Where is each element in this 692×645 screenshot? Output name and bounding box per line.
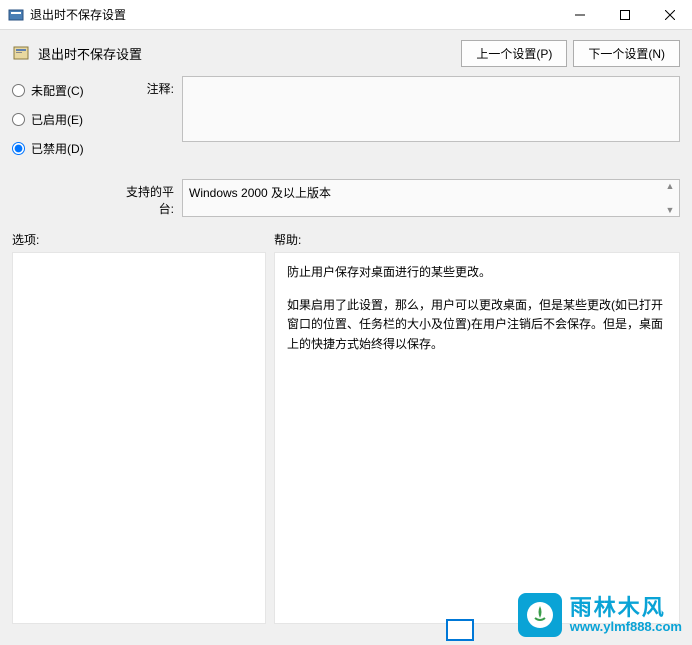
radio-enabled-label: 已启用(E) [31,111,83,128]
prev-setting-button[interactable]: 上一个设置(P) [461,40,567,67]
watermark-url: www.ylmf888.com [570,620,682,634]
header-row: 退出时不保存设置 上一个设置(P) 下一个设置(N) [0,30,692,76]
radio-enabled[interactable]: 已启用(E) [12,111,122,128]
window-controls [557,0,692,29]
app-icon [8,7,24,23]
policy-title: 退出时不保存设置 [38,44,455,63]
close-button[interactable] [647,0,692,29]
scroll-up-icon[interactable]: ▲ [663,181,677,191]
focus-indicator [446,619,474,641]
platform-value: Windows 2000 及以上版本 [189,186,331,200]
platform-label: 支持的平台: [122,179,182,217]
options-label: 选项: [12,231,274,248]
minimize-button[interactable] [557,0,602,29]
radio-not-configured-label: 未配置(C) [31,82,84,99]
panels: 防止用户保存对桌面进行的某些更改。 如果启用了此设置，那么，用户可以更改桌面，但… [0,252,692,624]
titlebar: 退出时不保存设置 [0,0,692,30]
platform-row: 支持的平台: Windows 2000 及以上版本 ▲ ▼ [0,175,692,225]
watermark-cn: 雨林木风 [570,596,682,620]
watermark-logo-icon [518,593,562,637]
section-labels: 选项: 帮助: [0,225,692,252]
help-panel: 防止用户保存对桌面进行的某些更改。 如果启用了此设置，那么，用户可以更改桌面，但… [274,252,680,624]
config-row: 未配置(C) 已启用(E) 已禁用(D) 注释: [0,76,692,175]
next-setting-button[interactable]: 下一个设置(N) [573,40,680,67]
radio-not-configured-input[interactable] [12,84,25,97]
platform-box: Windows 2000 及以上版本 ▲ ▼ [182,179,680,217]
watermark: 雨林木风 www.ylmf888.com [518,593,682,637]
watermark-text: 雨林木风 www.ylmf888.com [570,596,682,634]
radio-enabled-input[interactable] [12,113,25,126]
comment-label: 注释: [122,76,182,97]
policy-icon [12,44,30,62]
help-paragraph-2: 如果启用了此设置，那么，用户可以更改桌面，但是某些更改(如已打开窗口的位置、任务… [287,296,667,354]
radio-group: 未配置(C) 已启用(E) 已禁用(D) [12,76,122,169]
scroll-down-icon[interactable]: ▼ [663,205,677,215]
comment-input[interactable] [182,76,680,142]
maximize-button[interactable] [602,0,647,29]
radio-disabled-input[interactable] [12,142,25,155]
window-title: 退出时不保存设置 [30,6,557,23]
radio-not-configured[interactable]: 未配置(C) [12,82,122,99]
options-panel [12,252,266,624]
help-paragraph-1: 防止用户保存对桌面进行的某些更改。 [287,263,667,282]
radio-disabled-label: 已禁用(D) [31,140,84,157]
radio-disabled[interactable]: 已禁用(D) [12,140,122,157]
help-label: 帮助: [274,231,680,248]
